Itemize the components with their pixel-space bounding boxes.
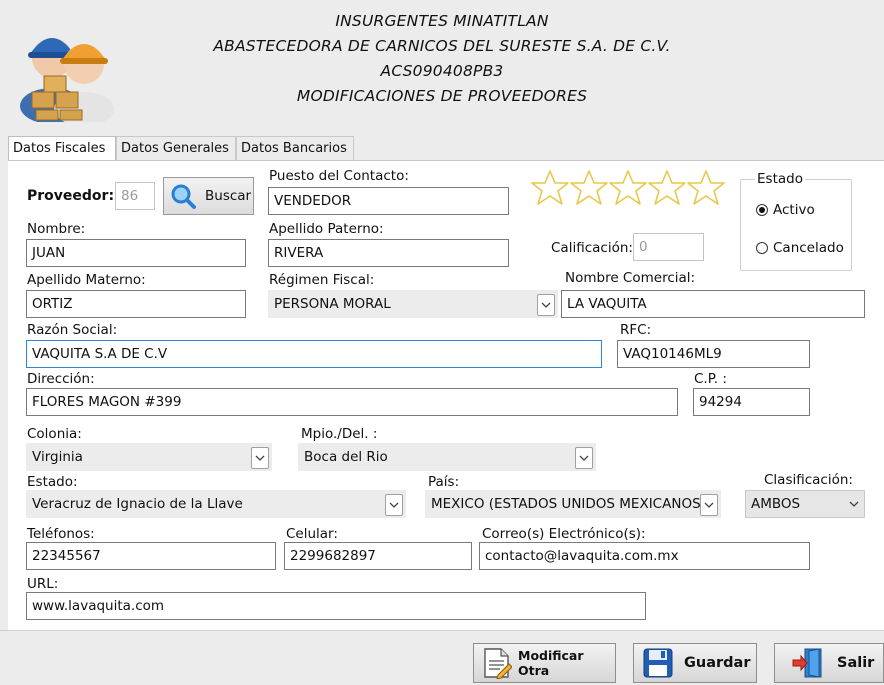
rfc-field[interactable]: VAQ10146ML9 [617,340,810,368]
proveedor-label: Proveedor: [27,188,115,204]
cp-field[interactable]: 94294 [693,388,810,416]
rfc-label: RFC: [620,322,652,338]
mpio-value: Boca del Rio [304,449,388,465]
regimen-fiscal-select[interactable]: PERSONA MORAL [268,290,558,318]
cp-label: C.P. : [694,371,727,387]
apellido-paterno-label: Apellido Paterno: [269,221,384,237]
regimen-fiscal-value: PERSONA MORAL [274,296,391,312]
document-edit-icon [482,647,513,680]
floppy-disk-icon [642,647,674,679]
buscar-button[interactable]: Buscar [163,177,254,215]
star-1-icon [531,170,569,205]
pais-value: MEXICO (ESTADOS UNIDOS MEXICANOS) [431,496,706,512]
company-rfc: ACS090408PB3 [380,62,504,80]
correo-label: Correo(s) Electrónico(s): [482,526,646,542]
guardar-label: Guardar [684,655,751,671]
radio-cancelado-label: Cancelado [773,240,844,256]
chevron-down-icon[interactable] [251,447,269,469]
url-field[interactable]: www.lavaquita.com [26,592,646,620]
radio-cancelado[interactable]: Cancelado [756,240,844,256]
puesto-field[interactable]: VENDEDOR [268,187,509,215]
puesto-label: Puesto del Contacto: [269,168,409,184]
chevron-down-icon[interactable] [846,494,862,514]
pais-label: País: [428,474,460,490]
radio-activo[interactable]: Activo [756,202,815,218]
nombre-comercial-label: Nombre Comercial: [565,270,696,286]
colonia-label: Colonia: [27,426,82,442]
url-label: URL: [27,576,59,592]
salir-label: Salir [837,655,875,671]
clasificacion-label: Clasificación: [764,472,853,488]
guardar-button[interactable]: Guardar [633,643,757,683]
salir-button[interactable]: Salir [774,643,884,683]
tab-datos-fiscales[interactable]: Datos Fiscales [8,136,116,161]
apellido-paterno-field[interactable]: RIVERA [268,239,509,267]
calificacion-field[interactable]: 0 [633,233,704,261]
tab-datos-bancarios[interactable]: Datos Bancarios [236,136,354,160]
chevron-down-icon[interactable] [575,447,593,469]
mpio-label: Mpio./Del. : [301,426,378,442]
modificar-otra-label: Modificar Otra [518,648,584,678]
tab-datos-generales[interactable]: Datos Generales [116,136,236,160]
chevron-down-icon[interactable] [385,494,403,516]
estado-group [740,179,852,271]
telefonos-field[interactable]: 22345567 [26,542,276,570]
radio-cancelado-dot[interactable] [756,242,768,254]
chevron-down-icon[interactable] [700,494,718,516]
footer-divider [0,630,884,631]
nombre-comercial-field[interactable]: LA VAQUITA [561,290,865,318]
mpio-select[interactable]: Boca del Rio [298,443,596,471]
radio-activo-dot[interactable] [756,204,768,216]
celular-field[interactable]: 2299682897 [284,542,472,570]
company-name: ABASTECEDORA DE CARNICOS DEL SURESTE S.A… [213,37,671,55]
regimen-fiscal-label: Régimen Fiscal: [269,272,375,288]
pais-select[interactable]: MEXICO (ESTADOS UNIDOS MEXICANOS) [425,490,721,518]
rating-stars[interactable] [530,168,730,208]
star-2-icon [570,170,608,205]
clasificacion-value: AMBOS [751,496,801,512]
radio-activo-label: Activo [773,202,815,218]
direccion-field[interactable]: FLORES MAGON #399 [26,388,678,416]
razon-social-field[interactable]: VAQUITA S.A DE C.V [26,340,602,368]
calificacion-label: Calificación: [551,240,633,256]
nombre-label: Nombre: [27,221,86,237]
modificar-otra-button[interactable]: Modificar Otra [473,643,616,683]
estado-group-title: Estado [755,171,805,187]
star-3-icon [609,170,647,205]
buscar-label: Buscar [205,188,252,204]
estado-label: Estado: [27,474,78,490]
proveedor-id-field[interactable]: 86 [115,182,155,210]
star-5-icon [687,170,725,205]
branch-name: INSURGENTES MINATITLAN [335,12,549,30]
exit-door-icon [791,647,825,679]
direccion-label: Dirección: [27,371,95,387]
celular-label: Celular: [286,526,338,542]
apellido-materno-field[interactable]: ORTIZ [26,290,246,318]
chevron-down-icon[interactable] [537,294,555,316]
clasificacion-select[interactable]: AMBOS [745,490,865,518]
magnifier-icon [169,182,197,210]
page-title: MODIFICACIONES DE PROVEEDORES [296,87,588,105]
colonia-value: Virginia [32,449,83,465]
telefonos-label: Teléfonos: [27,526,95,542]
estado-value: Veracruz de Ignacio de la Llave [32,496,243,512]
star-4-icon [648,170,686,205]
estado-select[interactable]: Veracruz de Ignacio de la Llave [26,490,406,518]
razon-social-label: Razón Social: [27,322,118,338]
nombre-field[interactable]: JUAN [26,239,246,267]
correo-field[interactable]: contacto@lavaquita.com.mx [479,542,810,570]
apellido-materno-label: Apellido Materno: [27,272,146,288]
colonia-select[interactable]: Virginia [26,443,272,471]
